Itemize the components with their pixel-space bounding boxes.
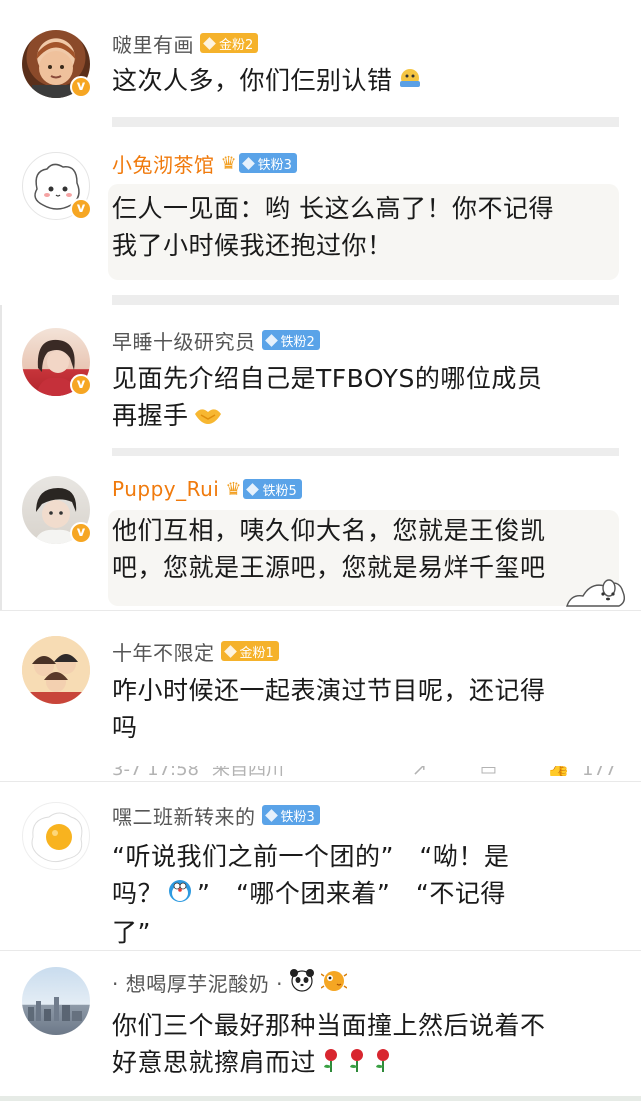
comment-location: 来自四川 [212, 766, 284, 776]
comment-text: 你们三个最好那种当面撞上然后说着不 好意思就擦肩而过 [112, 1007, 613, 1083]
comment-4: v Puppy_Rui ♛ 铁粉5 他们互相，咦久仰大名，您就是王俊凯 吧，您就… [0, 470, 641, 610]
section-divider [0, 610, 641, 611]
rose-emoji-icon [320, 1046, 342, 1083]
avatar[interactable] [22, 967, 90, 1035]
diamond-icon [203, 36, 216, 50]
avatar[interactable]: v [22, 152, 92, 220]
doraemon-emoji-icon [167, 877, 193, 914]
fan-badge: 铁粉3 [238, 153, 297, 173]
username[interactable]: 十年不限定 [112, 637, 215, 666]
rose-emoji-icon [372, 1046, 394, 1083]
verified-icon: v [70, 374, 92, 396]
fan-badge: 铁粉5 [243, 479, 302, 499]
comment-1: v 啵里有画 金粉2 这次人多，你们仨别认错 [0, 0, 641, 115]
comment-time: 3-7 17:58 [112, 766, 199, 776]
comment-5: 十年不限定 金粉1 咋小时候还一起表演过节目呢，还记得 吗 [0, 620, 641, 780]
face-emoji-icon [397, 64, 423, 101]
avatar[interactable] [22, 636, 90, 704]
pufferfish-emoji-icon [320, 968, 348, 996]
share-icon[interactable]: ↗ [412, 766, 427, 776]
avatar[interactable]: v [22, 30, 92, 98]
crown-icon: ♛ [220, 152, 237, 174]
reply-divider [112, 117, 619, 127]
avatar[interactable] [22, 802, 90, 870]
panda-emoji-icon [289, 968, 315, 996]
comment-text: 咋小时候还一起表演过节目呢，还记得 吗 [112, 676, 546, 742]
comment-text: “听说我们之前一个团的” “呦！是 吗？” “哪个团来着” “不记得 了” [112, 842, 510, 947]
comment-3: v 早睡十级研究员 铁粉2 见面先介绍自己是TFBOYS的哪位成员 再握手 [0, 320, 641, 460]
comment-text: 仨人一见面：哟 长这么高了！你不记得 我了小时候我还抱过你！ [112, 194, 554, 260]
crown-icon: ♛ [225, 478, 242, 500]
comment-text: 这次人多，你们仨别认错 [112, 62, 613, 101]
fan-badge: 金粉1 [220, 641, 279, 661]
diamond-icon [223, 644, 237, 658]
comment-text: 见面先介绍自己是TFBOYS的哪位成员 再握手 [112, 360, 613, 436]
avatar[interactable]: v [22, 476, 92, 544]
comment-7: · 想喝厚芋泥酸奶 · 你们三个最好那种当面撞上然后说着不 好意思就擦肩而过 [0, 955, 641, 1095]
username[interactable]: · 想喝厚芋泥酸奶 · [112, 968, 283, 997]
like-icon[interactable]: 👍 [547, 766, 569, 776]
diamond-icon [246, 482, 260, 496]
fan-badge: 金粉2 [200, 33, 259, 53]
verified-icon: v [70, 76, 92, 98]
fan-badge: 铁粉3 [261, 805, 320, 825]
handshake-emoji-icon [193, 399, 223, 436]
reply-divider [112, 448, 619, 456]
username[interactable]: Puppy_Rui [112, 477, 219, 501]
section-divider [0, 781, 641, 782]
diamond-icon [264, 333, 278, 347]
comment-6: 嘿二班新转来的 铁粉3 “听说我们之前一个团的” “呦！是 吗？” “哪个团来着… [0, 790, 641, 950]
avatar[interactable]: v [22, 328, 92, 396]
verified-icon: v [70, 522, 92, 544]
like-count: 177 [582, 766, 616, 776]
comment-2: v 小兔沏茶馆 ♛ 铁粉3 仨人一见面：哟 长这么高了！你不记得 我了小时候我还… [0, 140, 641, 300]
section-divider [0, 950, 641, 951]
username[interactable]: 早睡十级研究员 [112, 326, 256, 355]
username[interactable]: 啵里有画 [112, 29, 194, 58]
rose-emoji-icon [346, 1046, 368, 1083]
diamond-icon [264, 808, 278, 822]
verified-icon: v [70, 198, 92, 220]
reply-divider [112, 295, 619, 305]
comment-text: 他们互相，咦久仰大名，您就是王俊凯 吧，您就是王源吧，您就是易烊千玺吧 [112, 516, 546, 582]
fan-badge: 铁粉2 [261, 330, 320, 350]
diamond-icon [241, 156, 255, 170]
username[interactable]: 小兔沏茶馆 [112, 149, 215, 178]
bottom-bar [0, 1096, 641, 1101]
puppy-sticker-icon [561, 568, 631, 614]
username[interactable]: 嘿二班新转来的 [112, 801, 256, 830]
comment-meta: 3-7 17:58 来自四川 ↗ ▭ 👍 177 [112, 766, 621, 776]
comment-icon[interactable]: ▭ [480, 766, 497, 776]
